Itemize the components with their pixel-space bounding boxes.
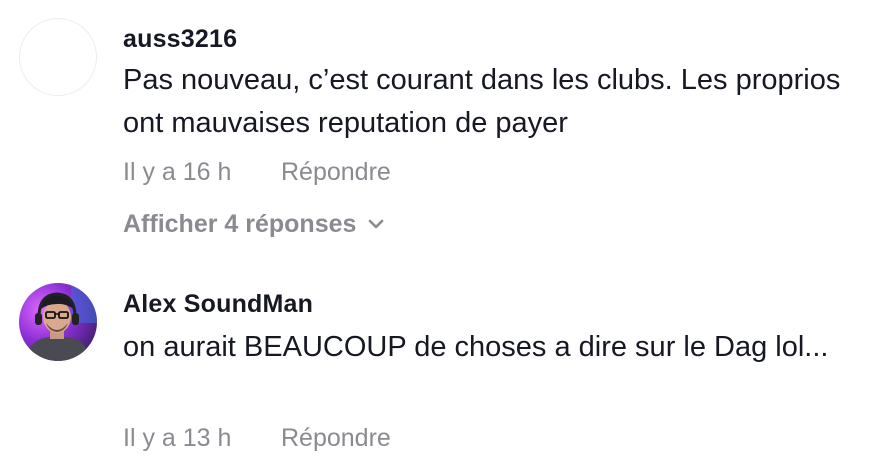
comment-text: Pas nouveau, c’est courant dans les club… [123, 64, 841, 139]
comment-username[interactable]: auss3216 [123, 25, 237, 54]
reply-button[interactable]: Répondre [281, 158, 391, 187]
reply-button[interactable]: Répondre [281, 424, 391, 453]
view-replies-button[interactable]: Afficher 4 réponses [123, 206, 386, 242]
comment-timestamp: Il y a 16 h [123, 158, 232, 186]
avatar-photo-icon [19, 283, 97, 361]
comment-username[interactable]: Alex SoundMan [123, 290, 313, 319]
view-replies-label: Afficher 4 réponses [123, 209, 357, 238]
comment-text: on aurait BEAUCOUP de choses a dire sur … [123, 331, 829, 363]
chevron-down-icon [369, 219, 384, 229]
comment-timestamp: Il y a 13 h [123, 424, 232, 452]
comment-item: auss3216 Pas nouveau, c’est courant dans… [0, 0, 894, 255]
comment-item: Alex SoundMan on aurait BEAUCOUP de chos… [0, 270, 894, 474]
avatar[interactable] [19, 18, 97, 96]
avatar[interactable] [19, 283, 97, 361]
